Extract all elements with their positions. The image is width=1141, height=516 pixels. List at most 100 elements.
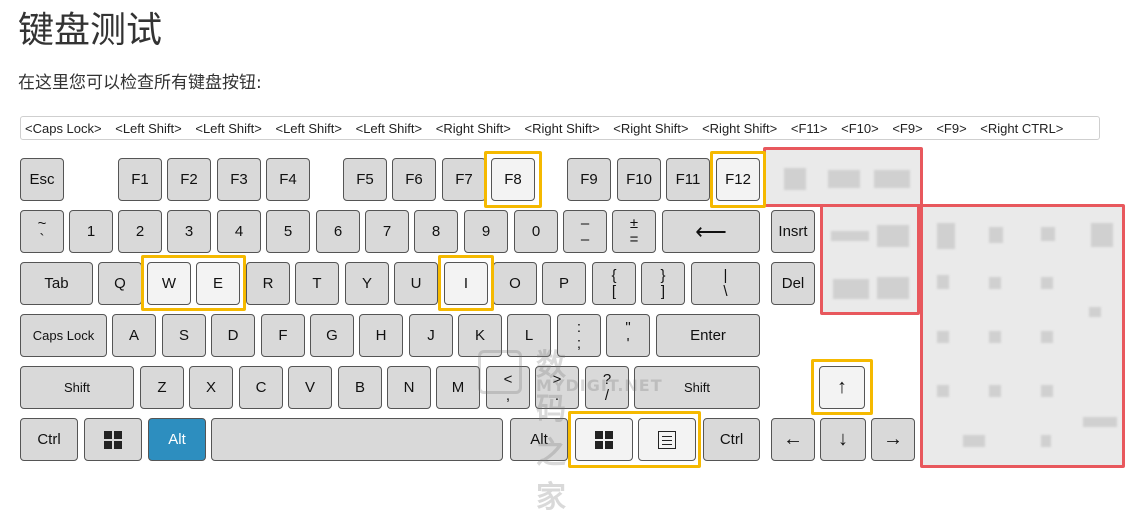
key-right-shift[interactable]: Shift — [634, 366, 760, 409]
key-f1[interactable]: F1 — [118, 158, 162, 201]
key-caps-lock[interactable]: Caps Lock — [20, 314, 107, 357]
key-m[interactable]: M — [436, 366, 480, 409]
key-f5[interactable]: F5 — [343, 158, 387, 201]
key-1[interactable]: 1 — [69, 210, 113, 253]
key-glyph-top: > — [552, 370, 562, 388]
key-backslash[interactable]: | \ — [691, 262, 760, 305]
key-arrow-up[interactable]: ↑ — [819, 366, 865, 409]
key-d[interactable]: D — [211, 314, 255, 357]
key-f3[interactable]: F3 — [217, 158, 261, 201]
key-f8[interactable]: F8 — [491, 158, 535, 201]
log-entry: <Left Shift> — [115, 121, 182, 136]
log-entry: <Caps Lock> — [25, 121, 102, 136]
key-arrow-right[interactable]: → — [871, 418, 915, 461]
key-s[interactable]: S — [162, 314, 206, 357]
key-h[interactable]: H — [359, 314, 403, 357]
windows-logo-icon — [595, 430, 613, 449]
key-k[interactable]: K — [458, 314, 502, 357]
key-2[interactable]: 2 — [118, 210, 162, 253]
key-i[interactable]: I — [444, 262, 488, 305]
log-entry: <Right Shift> — [524, 121, 600, 136]
key-u[interactable]: U — [394, 262, 438, 305]
key-glyph-top: } — [660, 266, 666, 284]
key-5[interactable]: 5 — [266, 210, 310, 253]
key-f9[interactable]: F9 — [567, 158, 611, 201]
key-tilde[interactable]: ~ ` — [20, 210, 64, 253]
key-p[interactable]: P — [542, 262, 586, 305]
key-insert[interactable]: Insrt — [771, 210, 815, 253]
key-right-ctrl[interactable]: Ctrl — [703, 418, 760, 461]
key-left-windows[interactable] — [84, 418, 142, 461]
key-g[interactable]: G — [310, 314, 354, 357]
key-event-log: <Caps Lock> <Left Shift> <Left Shift> <L… — [20, 116, 1100, 140]
key-r[interactable]: R — [246, 262, 290, 305]
key-right-alt[interactable]: Alt — [510, 418, 568, 461]
key-delete[interactable]: Del — [771, 262, 815, 305]
key-semicolon[interactable]: : ; — [557, 314, 601, 357]
key-v[interactable]: V — [288, 366, 332, 409]
key-minus[interactable]: – – — [563, 210, 607, 253]
key-3[interactable]: 3 — [167, 210, 211, 253]
key-f6[interactable]: F6 — [392, 158, 436, 201]
key-a[interactable]: A — [112, 314, 156, 357]
key-arrow-down[interactable]: ↓ — [820, 418, 866, 461]
key-esc[interactable]: Esc — [20, 158, 64, 201]
key-0[interactable]: 0 — [514, 210, 558, 253]
key-z[interactable]: Z — [140, 366, 184, 409]
key-8[interactable]: 8 — [414, 210, 458, 253]
key-arrow-left[interactable]: ← — [771, 418, 815, 461]
key-glyph-top: ? — [602, 370, 612, 388]
key-w[interactable]: W — [147, 262, 191, 305]
key-enter[interactable]: Enter — [656, 314, 760, 357]
key-y[interactable]: Y — [345, 262, 389, 305]
redacted-region-print-keys — [763, 147, 923, 207]
key-right-windows[interactable] — [575, 418, 633, 461]
key-f[interactable]: F — [261, 314, 305, 357]
key-tab[interactable]: Tab — [20, 262, 93, 305]
key-f10[interactable]: F10 — [617, 158, 661, 201]
key-6[interactable]: 6 — [316, 210, 360, 253]
key-glyph-bottom: , — [505, 386, 511, 404]
key-9[interactable]: 9 — [464, 210, 508, 253]
key-quote[interactable]: " ' — [606, 314, 650, 357]
key-7[interactable]: 7 — [365, 210, 409, 253]
key-4[interactable]: 4 — [217, 210, 261, 253]
key-q[interactable]: Q — [98, 262, 142, 305]
page-subtitle: 在这里您可以检查所有键盘按钮: — [18, 73, 262, 93]
key-backspace[interactable]: ⟵ — [662, 210, 760, 253]
key-f2[interactable]: F2 — [167, 158, 211, 201]
key-n[interactable]: N — [387, 366, 431, 409]
key-left-alt[interactable]: Alt — [148, 418, 206, 461]
key-f4[interactable]: F4 — [266, 158, 310, 201]
page-title: 键盘测试 — [18, 10, 163, 51]
log-entry: <Right Shift> — [702, 121, 778, 136]
key-comma[interactable]: < , — [486, 366, 530, 409]
key-period[interactable]: > . — [535, 366, 579, 409]
key-l[interactable]: L — [507, 314, 551, 357]
key-f11[interactable]: F11 — [666, 158, 710, 201]
redacted-region-numpad — [920, 204, 1125, 468]
key-right-bracket[interactable]: } ] — [641, 262, 685, 305]
key-menu[interactable] — [638, 418, 696, 461]
key-b[interactable]: B — [338, 366, 382, 409]
key-x[interactable]: X — [189, 366, 233, 409]
key-f7[interactable]: F7 — [442, 158, 486, 201]
key-c[interactable]: C — [239, 366, 283, 409]
log-entry: <Left Shift> — [275, 121, 342, 136]
key-glyph-top: | — [723, 266, 728, 284]
key-left-shift[interactable]: Shift — [20, 366, 134, 409]
key-o[interactable]: O — [493, 262, 537, 305]
key-glyph-bottom: / — [604, 386, 610, 404]
key-equals[interactable]: ± = — [612, 210, 656, 253]
key-e[interactable]: E — [196, 262, 240, 305]
key-left-bracket[interactable]: { [ — [592, 262, 636, 305]
key-space[interactable] — [211, 418, 503, 461]
key-left-ctrl[interactable]: Ctrl — [20, 418, 78, 461]
key-glyph-top: ± — [629, 214, 639, 232]
log-entry: <Right Shift> — [613, 121, 689, 136]
key-f12[interactable]: F12 — [716, 158, 760, 201]
key-slash[interactable]: ? / — [585, 366, 629, 409]
windows-logo-icon — [104, 430, 122, 449]
key-t[interactable]: T — [295, 262, 339, 305]
key-j[interactable]: J — [409, 314, 453, 357]
